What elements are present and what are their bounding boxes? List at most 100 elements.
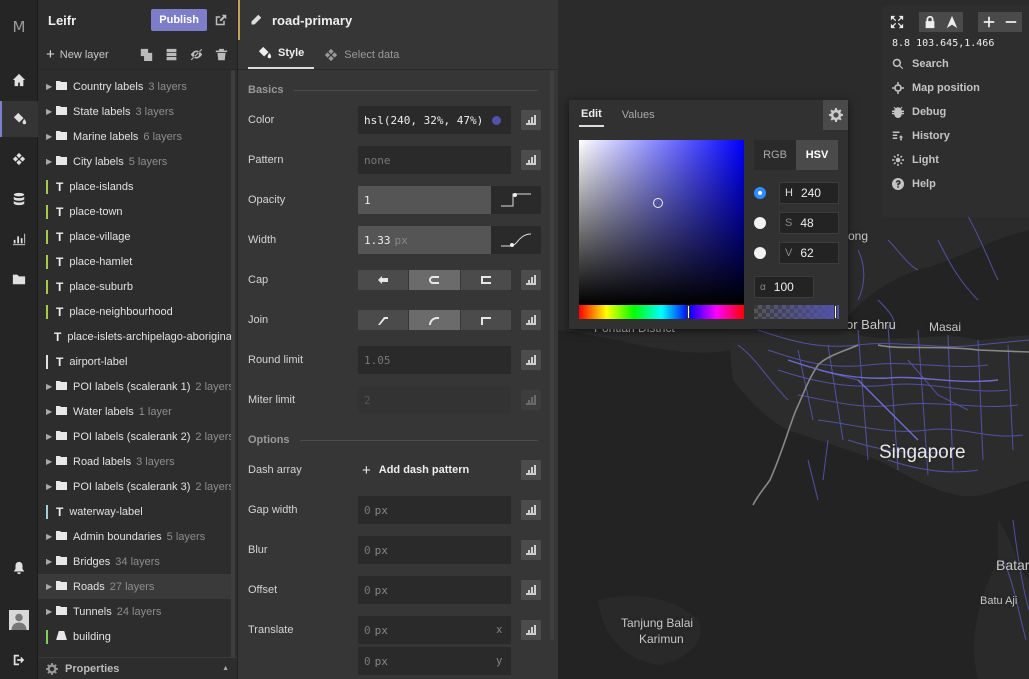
layer-row[interactable]: building bbox=[38, 624, 234, 649]
offset-input[interactable]: 0 px bbox=[358, 576, 511, 604]
blur-input[interactable]: 0 px bbox=[358, 536, 511, 564]
chevron-right-icon[interactable]: ▶ bbox=[46, 457, 56, 466]
layer-group-row[interactable]: ▶ Road labels 3 layers bbox=[38, 449, 234, 474]
chevron-right-icon[interactable]: ▶ bbox=[46, 532, 56, 541]
layer-group-row[interactable]: ▶ POI labels (scalerank 2) 2 layers bbox=[38, 424, 234, 449]
hue-slider-thumb[interactable] bbox=[687, 305, 691, 319]
database-icon[interactable] bbox=[0, 181, 38, 217]
pencil-icon[interactable] bbox=[250, 14, 262, 26]
cap-butt-option[interactable] bbox=[358, 270, 409, 290]
join-miter-option[interactable] bbox=[460, 310, 511, 330]
style-title[interactable]: Leifr bbox=[48, 13, 151, 28]
picker-tab-values[interactable]: Values bbox=[620, 104, 657, 126]
function-button[interactable] bbox=[521, 270, 541, 290]
sign-out-icon[interactable] bbox=[0, 642, 38, 678]
publish-button[interactable]: Publish bbox=[151, 9, 207, 31]
layer-group-row[interactable]: ▶ Tunnels 24 layers bbox=[38, 599, 234, 624]
function-button[interactable] bbox=[521, 580, 541, 600]
stats-icon[interactable] bbox=[0, 221, 38, 257]
notifications-bell-icon[interactable] bbox=[0, 550, 38, 586]
chevron-right-icon[interactable]: ▶ bbox=[46, 582, 56, 591]
layer-group-row[interactable]: ▶ Bridges 34 layers bbox=[38, 549, 234, 574]
round-limit-input[interactable]: 1.05 bbox=[358, 346, 511, 374]
gap-width-input[interactable]: 0 px bbox=[358, 496, 511, 524]
fullscreen-icon[interactable] bbox=[890, 13, 904, 31]
chevron-right-icon[interactable]: ▶ bbox=[46, 482, 56, 491]
home-icon[interactable] bbox=[0, 62, 38, 98]
mode-hsv-tab[interactable]: HSV bbox=[796, 140, 838, 170]
chevron-right-icon[interactable]: ▶ bbox=[46, 132, 56, 141]
join-bevel-option[interactable] bbox=[358, 310, 409, 330]
saturation-value-area[interactable] bbox=[579, 140, 744, 305]
chevron-right-icon[interactable]: ▶ bbox=[46, 432, 56, 441]
function-button[interactable] bbox=[521, 460, 541, 480]
zoom-function-graph[interactable] bbox=[491, 186, 541, 214]
layer-group-row[interactable]: ▶ POI labels (scalerank 3) 2 layers bbox=[38, 474, 234, 499]
zoom-function-graph[interactable] bbox=[491, 226, 541, 254]
layer-row[interactable]: Tplace-village bbox=[38, 224, 234, 249]
layer-group-row[interactable]: ▶ City labels 5 layers bbox=[38, 149, 234, 174]
pattern-input[interactable]: none bbox=[358, 146, 511, 174]
zoom-in-icon[interactable] bbox=[978, 12, 1000, 32]
layer-row[interactable]: Tplace-suburb bbox=[38, 274, 234, 299]
editor-scrollbar[interactable] bbox=[550, 70, 554, 640]
hue-radio[interactable] bbox=[754, 187, 766, 199]
duplicate-icon[interactable] bbox=[140, 48, 154, 62]
chevron-right-icon[interactable]: ▶ bbox=[46, 82, 56, 91]
picker-tab-edit[interactable]: Edit bbox=[579, 103, 604, 127]
chevron-right-icon[interactable]: ▶ bbox=[46, 382, 56, 391]
function-button[interactable] bbox=[521, 350, 541, 370]
mode-rgb-tab[interactable]: RGB bbox=[754, 140, 796, 170]
history-button[interactable]: History bbox=[882, 124, 1029, 148]
cap-square-option[interactable] bbox=[460, 270, 511, 290]
hide-eye-icon[interactable] bbox=[190, 48, 204, 62]
trash-icon[interactable] bbox=[215, 48, 229, 62]
layer-row[interactable]: Tairport-label bbox=[38, 349, 234, 374]
chevron-right-icon[interactable]: ▶ bbox=[46, 607, 56, 616]
layer-row[interactable]: Tplace-town bbox=[38, 199, 234, 224]
alpha-slider-thumb[interactable] bbox=[834, 305, 837, 319]
tab-select-data[interactable]: Select data bbox=[314, 48, 409, 69]
properties-bar[interactable]: Properties ▲ bbox=[38, 657, 237, 679]
translate-x-input[interactable]: 0 px x bbox=[358, 616, 511, 644]
color-input[interactable]: hsl(240, 32%, 47%) bbox=[358, 106, 511, 134]
join-round-option[interactable] bbox=[409, 310, 460, 330]
translate-y-input[interactable]: 0 px y bbox=[358, 647, 511, 675]
function-button[interactable] bbox=[521, 540, 541, 560]
help-button[interactable]: Help bbox=[882, 172, 1029, 196]
layer-row[interactable]: Tplace-islets-archipelago-aboriginal bbox=[38, 324, 234, 349]
debug-button[interactable]: Debug bbox=[882, 100, 1029, 124]
picker-settings-gear-icon[interactable] bbox=[823, 100, 848, 130]
folder-icon[interactable] bbox=[0, 261, 38, 297]
chevron-right-icon[interactable]: ▶ bbox=[46, 157, 56, 166]
alpha-input[interactable]: α 100 bbox=[754, 276, 814, 298]
external-link-icon[interactable] bbox=[215, 14, 227, 26]
new-layer-button[interactable]: + New layer bbox=[46, 46, 129, 63]
layer-name[interactable]: road-primary bbox=[272, 13, 352, 28]
saturation-radio[interactable] bbox=[754, 217, 766, 229]
layer-group-row[interactable]: ▶ Marine labels 6 layers bbox=[38, 124, 234, 149]
chevron-right-icon[interactable]: ▶ bbox=[46, 107, 56, 116]
add-dash-pattern-button[interactable]: + Add dash pattern bbox=[358, 462, 511, 479]
layer-row[interactable]: Twaterway-label bbox=[38, 499, 234, 524]
function-button[interactable] bbox=[521, 110, 541, 130]
hue-slider[interactable] bbox=[579, 305, 744, 319]
layer-group-row[interactable]: ▶ Water labels 1 layer bbox=[38, 399, 234, 424]
group-layers-icon[interactable] bbox=[165, 48, 179, 62]
zoom-out-icon[interactable] bbox=[1000, 12, 1022, 32]
app-logo[interactable]: M bbox=[0, 18, 38, 36]
map-position-button[interactable]: Map position bbox=[882, 76, 1029, 100]
layer-group-row[interactable]: ▶ Country labels 3 layers bbox=[38, 74, 234, 99]
alpha-slider[interactable] bbox=[754, 305, 839, 319]
layer-group-row[interactable]: ▶ Roads 27 layers bbox=[38, 574, 234, 599]
layer-row[interactable]: Tplace-neighbourhood bbox=[38, 299, 234, 324]
tab-style[interactable]: Style bbox=[248, 46, 315, 69]
info-icon[interactable] bbox=[919, 12, 941, 32]
layer-row[interactable]: Tplace-hamlet bbox=[38, 249, 234, 274]
chevron-right-icon[interactable]: ▶ bbox=[46, 557, 56, 566]
avatar[interactable] bbox=[0, 602, 38, 638]
style-paint-bucket-icon[interactable] bbox=[0, 101, 38, 137]
function-button[interactable] bbox=[521, 150, 541, 170]
width-input[interactable]: 1.33 px bbox=[358, 226, 491, 254]
cap-round-option[interactable] bbox=[409, 270, 460, 290]
